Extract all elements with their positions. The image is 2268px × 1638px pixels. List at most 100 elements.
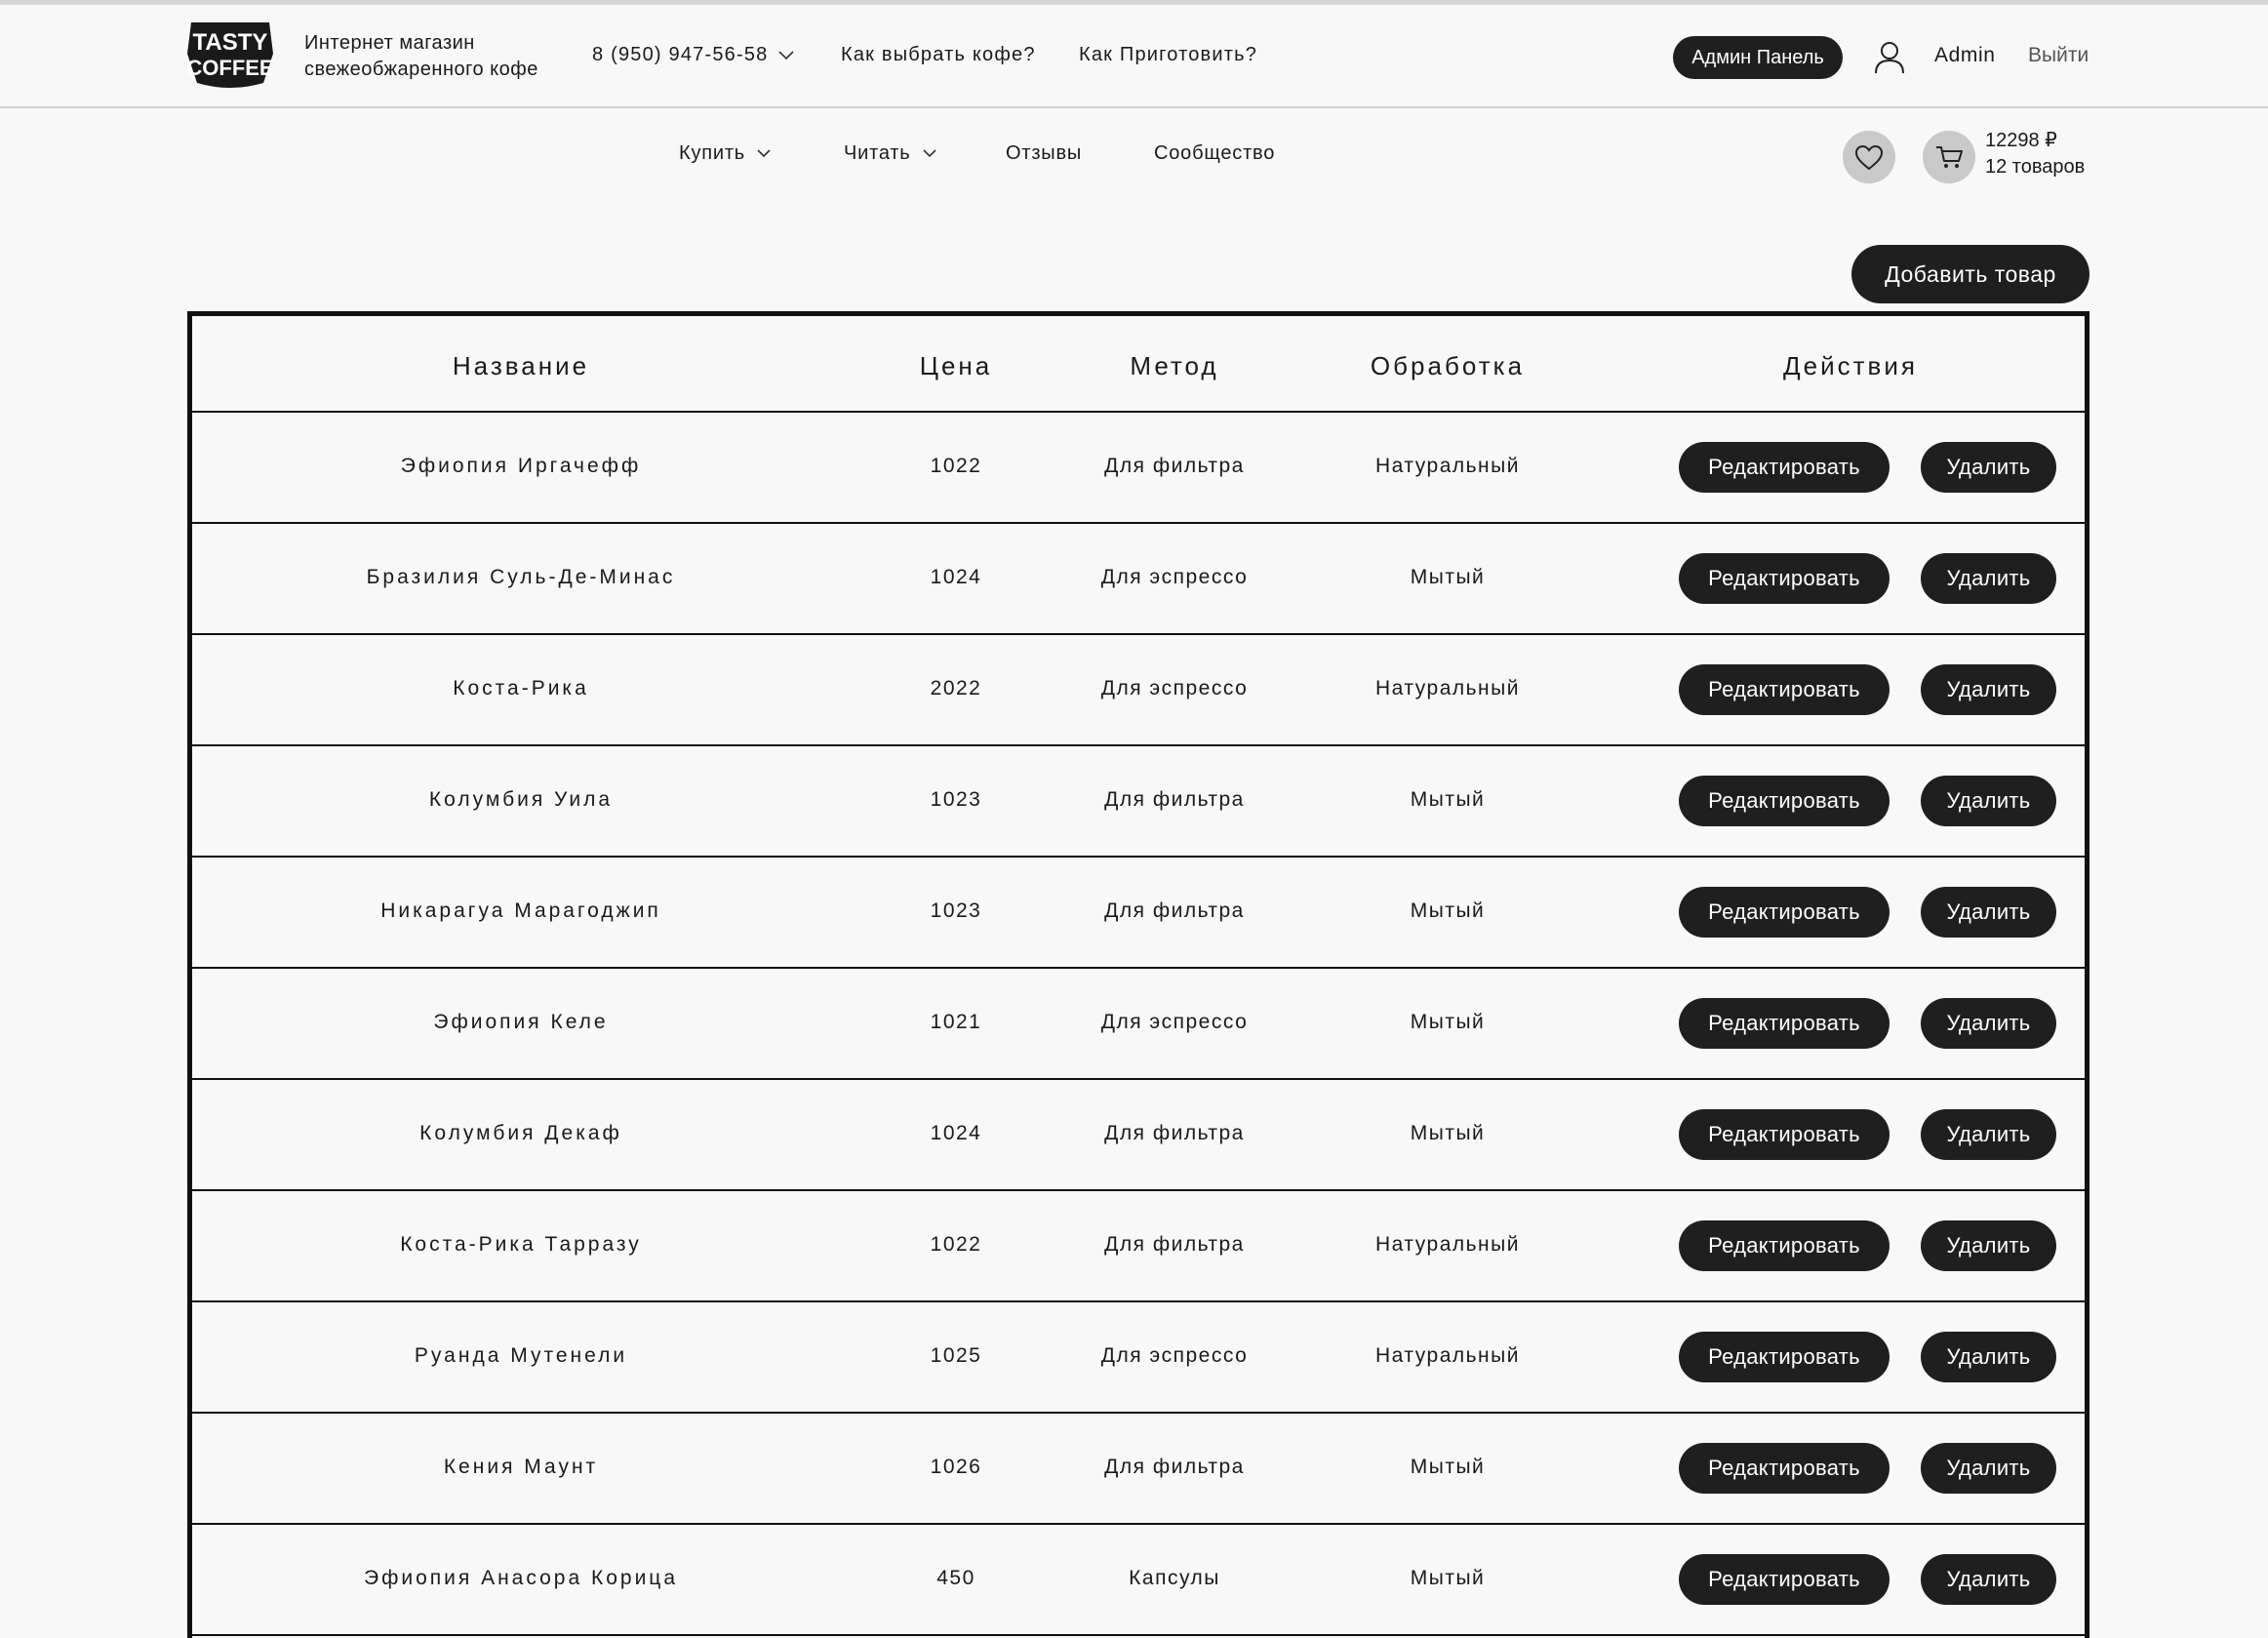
product-processing: Натуральный [1375, 455, 1520, 477]
table-row: Колумбия Уила 1023 Для фильтра Мытый Редакти… [192, 746, 2085, 858]
delete-button[interactable]: Удалить [1921, 998, 2056, 1049]
product-price: 1022 [930, 455, 982, 477]
delete-button[interactable]: Удалить [1921, 776, 2056, 826]
table-row: Никарагуа Марагоджип 1023 Для фильтра Мытый… [192, 858, 2085, 969]
product-method: Для фильтра [1104, 455, 1245, 477]
products-table: Название Цена Метод Обработка Действия Э… [187, 311, 2089, 1638]
cart-summary[interactable]: 12298 ₽ 12 товаров [1985, 128, 2085, 180]
chevron-down-icon [922, 149, 936, 158]
table-row: Эфиопия Иргачефф 1022 Для фильтра Натуральн… [192, 413, 2085, 524]
header: TASTY COFFEE Интернет магазин свежеобжар… [0, 5, 2268, 108]
product-processing: Натуральный [1375, 1233, 1520, 1256]
table-row: Кения Маунт 1026 Для фильтра Мытый Редактиро… [192, 1414, 2085, 1525]
delete-button[interactable]: Удалить [1921, 887, 2056, 938]
product-price: 1024 [930, 1122, 982, 1144]
product-method: Для фильтра [1104, 1456, 1245, 1478]
cart-icon [1936, 146, 1963, 168]
header-method: Метод [1130, 351, 1219, 380]
edit-button[interactable]: Редактировать [1679, 1554, 1890, 1605]
delete-button[interactable]: Удалить [1921, 442, 2056, 493]
heart-icon [1854, 144, 1884, 170]
cart-count: 12 товаров [1985, 156, 2086, 178]
table-row: Бразилия Суль-Де-Минас 1024 Для эспрессо Мы… [192, 524, 2085, 635]
logo-text-line2: COFFEE [186, 56, 273, 80]
product-name: Коста-Рика Тарразу [400, 1233, 642, 1256]
tagline-line1: Интернет магазин [304, 32, 475, 54]
header-price: Цена [919, 351, 993, 380]
table-row: Эфиопия Келе 1021 Для эспрессо Мытый Редакти… [192, 969, 2085, 1080]
tasty-coffee-logo[interactable]: TASTY COFFEE [185, 19, 275, 91]
username: Admin [1934, 44, 1996, 66]
product-method: Для эспрессо [1100, 1011, 1249, 1033]
nav-community[interactable]: Сообщество [1154, 142, 1275, 165]
edit-button[interactable]: Редактировать [1679, 998, 1890, 1049]
delete-button[interactable]: Удалить [1921, 1332, 2056, 1382]
product-method: Для фильтра [1104, 1233, 1245, 1256]
delete-button[interactable]: Удалить [1921, 1443, 2056, 1494]
edit-button[interactable]: Редактировать [1679, 664, 1890, 715]
chevron-down-icon [777, 50, 794, 60]
product-processing: Мытый [1410, 566, 1486, 588]
edit-button[interactable]: Редактировать [1679, 887, 1890, 938]
nav-reviews-label: Отзывы [1006, 142, 1083, 164]
product-processing: Мытый [1410, 899, 1486, 922]
product-method: Для фильтра [1104, 788, 1245, 811]
chevron-down-icon [757, 149, 771, 158]
how-to-choose-link[interactable]: Как выбрать кофе? [841, 44, 1036, 66]
product-price: 1026 [930, 1456, 982, 1478]
product-name: Эфиопия Иргачефф [400, 455, 642, 477]
nav-reviews[interactable]: Отзывы [1006, 142, 1082, 165]
edit-button[interactable]: Редактировать [1679, 1220, 1890, 1271]
favorites-button[interactable] [1843, 131, 1895, 183]
table-row: Колумбия Декаф 1024 Для фильтра Мытый Редакт… [192, 1080, 2085, 1191]
edit-button[interactable]: Редактировать [1679, 553, 1890, 604]
product-processing: Натуральный [1375, 677, 1520, 699]
product-price: 2022 [930, 677, 982, 699]
delete-button[interactable]: Удалить [1921, 553, 2056, 604]
product-name: Кения Маунт [443, 1456, 599, 1478]
product-processing: Натуральный [1375, 1344, 1520, 1367]
table-row: Коста-Рика Тарразу 1022 Для фильтра Натурал… [192, 1191, 2085, 1302]
logout-link[interactable]: Выйти [2028, 44, 2089, 67]
table-header: Название Цена Метод Обработка Действия [192, 316, 2085, 413]
product-price: 1023 [930, 788, 982, 811]
delete-button[interactable]: Удалить [1921, 664, 2056, 715]
nav-buy[interactable]: Купить [679, 142, 771, 165]
header-name: Название [452, 351, 590, 380]
product-method: Для эспрессо [1100, 566, 1249, 588]
edit-button[interactable]: Редактировать [1679, 1443, 1890, 1494]
user-icon[interactable] [1874, 40, 1905, 75]
product-name: Эфиопия Келе [433, 1011, 609, 1033]
product-name: Никарагуа Марагоджип [380, 899, 661, 922]
product-processing: Мытый [1410, 788, 1486, 811]
cart-button[interactable] [1923, 131, 1975, 183]
edit-button[interactable]: Редактировать [1679, 776, 1890, 826]
product-name: Руанда Мутенели [414, 1344, 628, 1367]
product-price: 1024 [930, 566, 982, 588]
how-to-brew-link[interactable]: Как Приготовить? [1079, 44, 1257, 66]
delete-button[interactable]: Удалить [1921, 1554, 2056, 1605]
admin-panel-button[interactable]: Админ Панель [1673, 36, 1843, 79]
product-method: Для эспрессо [1100, 1344, 1249, 1367]
nav-read[interactable]: Читать [844, 142, 936, 165]
product-price: 450 [936, 1567, 975, 1589]
product-price: 1025 [930, 1344, 982, 1367]
header-actions: Действия [1783, 351, 1918, 380]
logo-text-line1: TASTY [193, 29, 268, 56]
phone-number: 8 (950) 947-56-58 [592, 44, 769, 65]
product-processing: Мытый [1410, 1567, 1486, 1589]
product-name: Коста-Рика [453, 677, 589, 699]
edit-button[interactable]: Редактировать [1679, 1332, 1890, 1382]
edit-button[interactable]: Редактировать [1679, 1109, 1890, 1160]
product-price: 1021 [930, 1011, 982, 1033]
edit-button[interactable]: Редактировать [1679, 442, 1890, 493]
product-price: 1022 [930, 1233, 982, 1256]
product-name: Колумбия Декаф [419, 1122, 622, 1144]
nav-read-label: Читать [844, 142, 911, 164]
delete-button[interactable]: Удалить [1921, 1220, 2056, 1271]
add-product-button[interactable]: Добавить товар [1851, 245, 2089, 303]
product-processing: Мытый [1410, 1456, 1486, 1478]
nav-buy-label: Купить [679, 142, 746, 164]
phone-dropdown[interactable]: 8 (950) 947-56-58 [592, 44, 794, 66]
delete-button[interactable]: Удалить [1921, 1109, 2056, 1160]
